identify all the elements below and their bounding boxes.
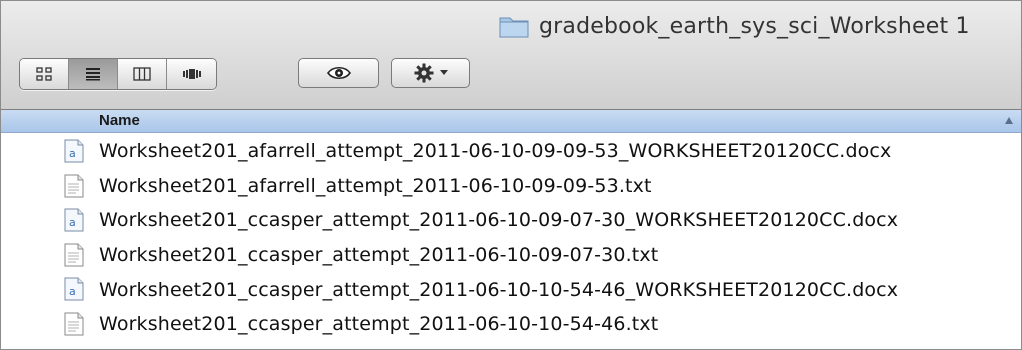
grid-icon bbox=[36, 67, 52, 81]
finder-window: gradebook_earth_sys_sci_Worksheet 1 Name… bbox=[0, 0, 1022, 350]
folder-icon bbox=[499, 14, 529, 38]
svg-text:a: a bbox=[69, 147, 76, 160]
file-row[interactable]: a Worksheet201_ccasper_attempt_2011-06-1… bbox=[1, 272, 1021, 307]
txt-icon bbox=[64, 174, 84, 198]
column-view-button[interactable] bbox=[118, 59, 167, 89]
file-row[interactable]: Worksheet201_afarrell_attempt_2011-06-10… bbox=[1, 169, 1021, 204]
coverflow-icon bbox=[182, 69, 201, 79]
svg-text:a: a bbox=[69, 285, 76, 298]
icon-view-button[interactable] bbox=[20, 59, 69, 89]
window-title-text: gradebook_earth_sys_sci_Worksheet 1 bbox=[539, 13, 970, 39]
docx-icon: a bbox=[64, 139, 84, 163]
svg-text:a: a bbox=[69, 216, 76, 229]
view-mode-segmented-control bbox=[19, 58, 217, 90]
chevron-down-icon bbox=[439, 70, 448, 75]
columns-icon bbox=[133, 67, 151, 81]
toolbar: gradebook_earth_sys_sci_Worksheet 1 bbox=[1, 1, 1021, 110]
file-row[interactable]: Worksheet201_ccasper_attempt_2011-06-10-… bbox=[1, 307, 1021, 342]
file-name: Worksheet201_ccasper_attempt_2011-06-10-… bbox=[99, 209, 899, 232]
list-header[interactable]: Name bbox=[1, 110, 1021, 133]
window-title: gradebook_earth_sys_sci_Worksheet 1 bbox=[499, 9, 970, 43]
list-view-button[interactable] bbox=[69, 59, 118, 89]
file-name: Worksheet201_ccasper_attempt_2011-06-10-… bbox=[99, 313, 659, 336]
quick-look-button[interactable] bbox=[298, 58, 379, 88]
list-icon bbox=[86, 68, 100, 81]
file-name: Worksheet201_afarrell_attempt_2011-06-10… bbox=[99, 140, 892, 163]
file-list: a Worksheet201_afarrell_attempt_2011-06-… bbox=[1, 134, 1021, 342]
file-row[interactable]: Worksheet201_ccasper_attempt_2011-06-10-… bbox=[1, 238, 1021, 273]
eye-icon bbox=[326, 66, 351, 80]
file-name: Worksheet201_ccasper_attempt_2011-06-10-… bbox=[99, 244, 659, 267]
sort-ascending-icon bbox=[1005, 117, 1013, 124]
file-row[interactable]: a Worksheet201_afarrell_attempt_2011-06-… bbox=[1, 134, 1021, 169]
name-column-header[interactable]: Name bbox=[99, 112, 140, 129]
docx-icon: a bbox=[64, 208, 84, 232]
gear-icon bbox=[414, 63, 433, 83]
file-row[interactable]: a Worksheet201_ccasper_attempt_2011-06-1… bbox=[1, 203, 1021, 238]
file-name: Worksheet201_ccasper_attempt_2011-06-10-… bbox=[99, 278, 899, 301]
docx-icon: a bbox=[64, 277, 84, 301]
coverflow-view-button[interactable] bbox=[167, 59, 216, 89]
action-menu-button[interactable] bbox=[391, 58, 470, 88]
txt-icon bbox=[64, 243, 84, 267]
file-name: Worksheet201_afarrell_attempt_2011-06-10… bbox=[99, 174, 652, 197]
txt-icon bbox=[64, 312, 84, 336]
